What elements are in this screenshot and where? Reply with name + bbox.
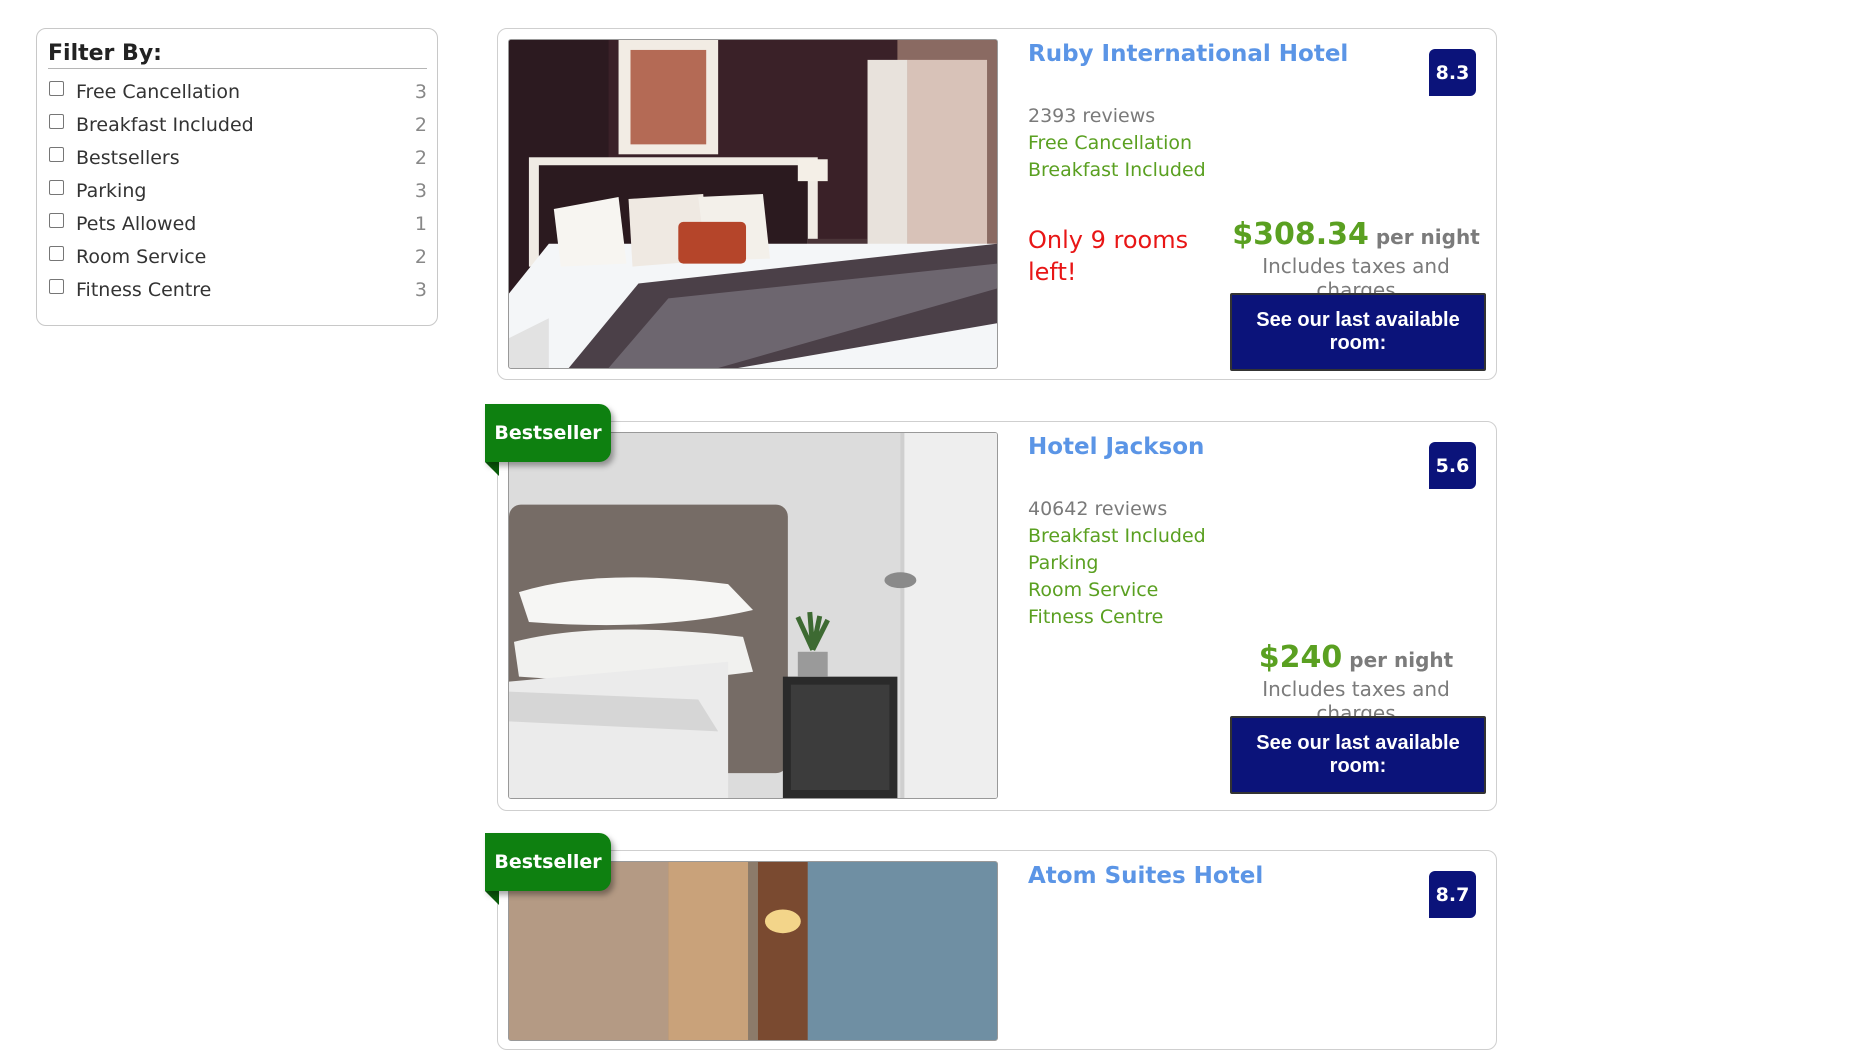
filter-option-free-cancellation[interactable]: Free Cancellation 3	[48, 75, 427, 108]
bestseller-ribbon: Bestseller	[485, 404, 611, 462]
bestsellers-checkbox[interactable]	[49, 147, 64, 162]
hotel-name[interactable]: Atom Suites Hotel	[1028, 863, 1263, 889]
price: $308.34	[1232, 217, 1369, 252]
filter-label: Room Service	[76, 245, 207, 268]
filter-option-bestsellers[interactable]: Bestsellers 2	[48, 141, 427, 174]
amenity: Fitness Centre	[1028, 606, 1164, 628]
fitness-centre-checkbox[interactable]	[49, 279, 64, 294]
filter-count: 3	[414, 179, 427, 202]
price-block: $308.34 per night Includes taxes and cha…	[1230, 217, 1482, 302]
ribbon-fold	[485, 891, 499, 905]
filter-option-room-service[interactable]: Room Service 2	[48, 240, 427, 273]
review-count: 40642 reviews	[1028, 498, 1168, 520]
filter-count: 2	[414, 146, 427, 169]
filter-title: Filter By:	[48, 41, 427, 69]
filter-label: Fitness Centre	[76, 278, 212, 301]
hotel-card: Hotel Jackson 5.6 40642 reviews Breakfas…	[497, 421, 1497, 811]
parking-checkbox[interactable]	[49, 180, 64, 195]
hotel-card: Atom Suites Hotel 8.7	[497, 850, 1497, 1050]
price-block: $240 per night Includes taxes and charge…	[1230, 640, 1482, 725]
rooms-left-notice: Only 9 rooms left!	[1028, 226, 1189, 286]
filter-option-breakfast-included[interactable]: Breakfast Included 2	[48, 108, 427, 141]
amenity: Parking	[1028, 552, 1099, 574]
see-last-room-button[interactable]: See our last available room:	[1230, 716, 1486, 794]
room-service-checkbox[interactable]	[49, 246, 64, 261]
filter-count: 3	[414, 80, 427, 103]
filter-count: 2	[414, 113, 427, 136]
amenity: Breakfast Included	[1028, 159, 1206, 181]
filter-count: 3	[414, 278, 427, 301]
filter-panel: Filter By: Free Cancellation 3 Breakfast…	[36, 28, 438, 326]
hotel-name[interactable]: Ruby International Hotel	[1028, 41, 1348, 67]
review-score-badge: 5.6	[1429, 442, 1476, 489]
see-last-room-button[interactable]: See our last available room:	[1230, 293, 1486, 371]
filter-option-parking[interactable]: Parking 3	[48, 174, 427, 207]
breakfast-included-checkbox[interactable]	[49, 114, 64, 129]
review-score-badge: 8.3	[1429, 49, 1476, 96]
filter-option-fitness-centre[interactable]: Fitness Centre 3	[48, 273, 427, 306]
amenity: Breakfast Included	[1028, 525, 1206, 547]
hotel-info: 40642 reviews Breakfast Included Parking…	[1028, 496, 1206, 631]
amenity: Free Cancellation	[1028, 132, 1193, 154]
amenity: Room Service	[1028, 579, 1159, 601]
ribbon-fold	[485, 462, 499, 476]
filter-label: Free Cancellation	[76, 80, 241, 103]
filter-label: Bestsellers	[76, 146, 180, 169]
hotel-card: Ruby International Hotel 8.3 2393 review…	[497, 28, 1497, 380]
filter-count: 1	[414, 212, 427, 235]
free-cancellation-checkbox[interactable]	[49, 81, 64, 96]
price: $240	[1258, 640, 1343, 675]
hotel-photo[interactable]	[508, 39, 998, 369]
filter-label: Pets Allowed	[76, 212, 197, 235]
filter-count: 2	[414, 245, 427, 268]
hotel-name[interactable]: Hotel Jackson	[1028, 434, 1204, 460]
filter-label: Breakfast Included	[76, 113, 254, 136]
bestseller-ribbon: Bestseller	[485, 833, 611, 891]
hotel-info: 2393 reviews Free Cancellation Breakfast…	[1028, 103, 1206, 184]
pets-allowed-checkbox[interactable]	[49, 213, 64, 228]
hotel-photo[interactable]	[508, 432, 998, 799]
review-count: 2393 reviews	[1028, 105, 1156, 127]
review-score-badge: 8.7	[1429, 871, 1476, 918]
per-night-label: per night	[1349, 648, 1454, 672]
per-night-label: per night	[1375, 225, 1480, 249]
filter-option-pets-allowed[interactable]: Pets Allowed 1	[48, 207, 427, 240]
filter-label: Parking	[76, 179, 147, 202]
